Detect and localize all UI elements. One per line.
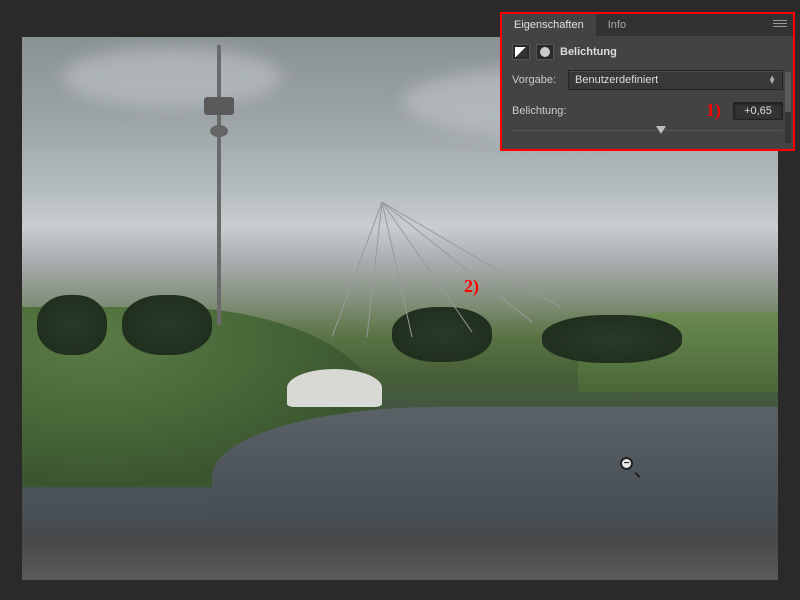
exposure-label: Belichtung: bbox=[512, 105, 698, 117]
preset-label: Vorgabe: bbox=[512, 74, 560, 86]
panel-scrollbar[interactable] bbox=[785, 72, 791, 143]
layer-mask-icon[interactable] bbox=[536, 44, 554, 60]
panel-menu-icon[interactable] bbox=[773, 20, 787, 30]
adjustment-title: Belichtung bbox=[560, 46, 617, 58]
tab-properties[interactable]: Eigenschaften bbox=[502, 14, 596, 36]
preset-dropdown[interactable]: Benutzerdefiniert ▲▼ bbox=[568, 70, 783, 90]
slider-thumb[interactable] bbox=[656, 126, 666, 134]
chevron-updown-icon: ▲▼ bbox=[768, 76, 776, 84]
annotation-1: 1) bbox=[706, 100, 721, 121]
preset-value: Benutzerdefiniert bbox=[575, 74, 658, 86]
properties-panel: ▸▸ Eigenschaften Info Belichtung Vorgabe… bbox=[500, 12, 795, 151]
tab-info[interactable]: Info bbox=[596, 14, 638, 36]
exposure-slider[interactable] bbox=[512, 125, 783, 137]
exposure-value-input[interactable]: +0,65 bbox=[733, 102, 783, 120]
exposure-adjustment-icon bbox=[512, 44, 530, 60]
